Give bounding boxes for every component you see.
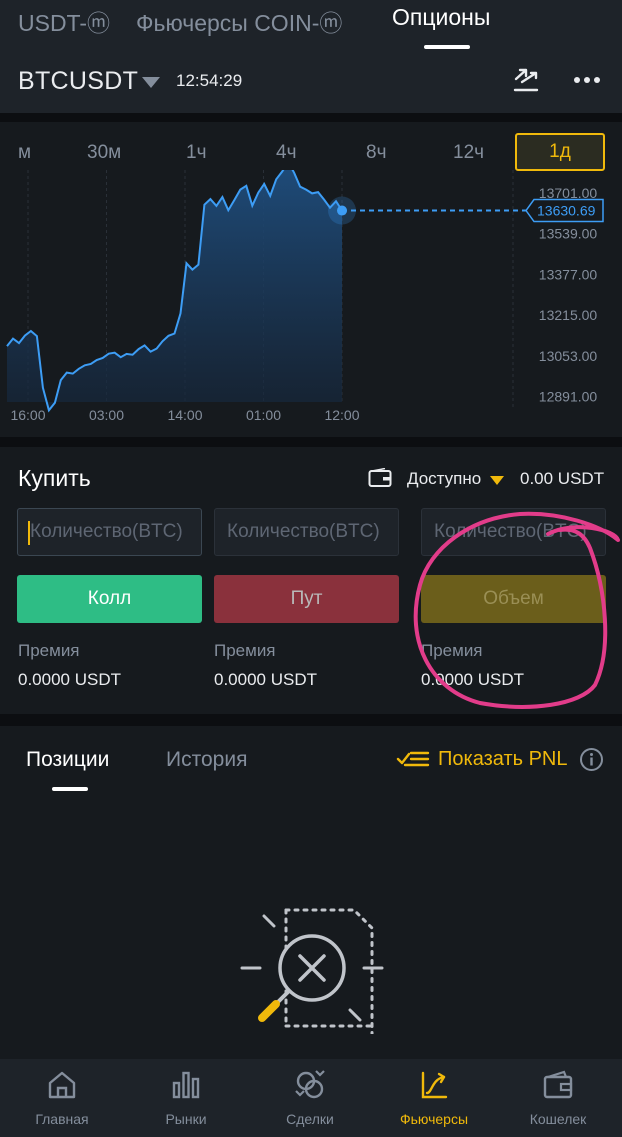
active-tab-indicator [424,45,470,49]
interval-1d-active[interactable]: 1д [515,133,605,171]
wallet-icon[interactable] [368,468,392,488]
nav-futures[interactable]: Фьючерсы [372,1059,496,1137]
futures-icon [421,1071,448,1099]
nav-home-label: Главная [35,1111,89,1127]
volume-button[interactable]: Объем [421,575,606,623]
nav-home[interactable]: Главная [0,1059,124,1137]
interval-1m[interactable]: м [18,142,31,164]
call-quantity-input[interactable]: Количество(BTC) [17,508,202,556]
show-pnl-toggle[interactable]: Показать PNL [438,748,567,771]
price-area-chart[interactable]: 13630.69 13701.00 13539.00 13377.00 13215.0… [0,170,622,437]
volume-premium-label: Премия [421,641,483,660]
interval-8h[interactable]: 8ч [366,142,386,164]
info-icon[interactable] [579,747,604,772]
nav-markets[interactable]: Рынки [124,1059,248,1137]
symbol-header: BTCUSDT 12:54:29 [0,56,622,113]
put-quantity-placeholder: Количество(BTC) [227,521,380,542]
tab-history[interactable]: История [166,748,247,772]
positions-panel: Позиции История Показать PNL [0,726,622,1061]
put-button[interactable]: Пут [214,575,399,623]
nav-trades[interactable]: Сделки [248,1059,372,1137]
y-tick-label: 13701.00 [539,185,598,201]
text-cursor [28,521,30,545]
buy-options-panel: Купить Доступно 0.00 USDT Количество(BTC… [0,447,622,714]
trades-icon [295,1070,325,1099]
home-icon [48,1071,76,1099]
symbol-dropdown-caret-icon[interactable] [142,77,160,88]
put-premium-value: 0.0000 USDT [214,670,317,689]
y-tick-label: 13377.00 [539,266,598,282]
tab-options[interactable]: Опционы [392,4,490,31]
current-price-tag: 13630.69 [525,198,604,223]
interval-12h[interactable]: 12ч [453,142,484,164]
symbol-selector[interactable]: BTCUSDT [18,67,138,96]
product-tabs: USDT-ⓜ Фьючерсы COIN-ⓜ Опционы [0,0,622,56]
nav-wallet[interactable]: Кошелек [496,1059,620,1137]
call-premium-value: 0.0000 USDT [18,670,121,689]
put-quantity-input[interactable]: Количество(BTC) [214,508,399,556]
checklist-icon[interactable] [396,748,430,770]
x-tick-label: 12:00 [324,407,359,423]
volume-quantity-input[interactable]: Количество(BTC) [421,508,606,556]
available-balance-value: 0.00 USDT [520,469,605,488]
current-price-label: 13630.69 [537,203,596,219]
wallet-icon [543,1070,573,1099]
tab-coin-m-futures[interactable]: Фьючерсы COIN-ⓜ [136,4,342,38]
interval-30m[interactable]: 30м [87,142,121,164]
x-tick-label: 16:00 [10,407,45,423]
x-tick-label: 01:00 [246,407,281,423]
y-tick-label: 13539.00 [539,226,598,242]
price-chart-panel: м 30м 1ч 4ч 8ч 12ч 1д 13630.69 13701.00 1… [0,122,622,437]
call-quantity-placeholder: Количество(BTC) [30,521,183,542]
volume-premium-value: 0.0000 USDT [421,670,524,689]
swap-arrows-icon[interactable] [510,64,542,96]
put-premium-label: Премия [214,641,276,660]
call-premium-label: Премия [18,641,80,660]
bar-chart-icon [172,1071,200,1099]
tab-positions[interactable]: Позиции [26,748,109,772]
bottom-navigation: Главная Рынки Сделки Фьючерсы Кошелек [0,1059,622,1137]
interval-4h[interactable]: 4ч [276,142,296,164]
available-balance-label[interactable]: Доступно [407,469,481,489]
interval-1h[interactable]: 1ч [186,142,206,164]
call-button[interactable]: Колл [17,575,202,623]
y-tick-label: 13053.00 [539,348,598,364]
y-tick-label: 12891.00 [539,389,598,405]
price-area-fill [7,170,342,411]
buy-title: Купить [18,465,91,491]
positions-tab-indicator [52,787,88,791]
no-results-icon [240,908,384,1034]
nav-trades-label: Сделки [286,1111,334,1127]
x-tick-label: 14:00 [167,407,202,423]
x-tick-label: 03:00 [89,407,124,423]
current-price-dot [337,205,347,216]
y-tick-label: 13215.00 [539,307,598,323]
nav-futures-label: Фьючерсы [399,1111,469,1127]
more-dots-icon[interactable] [570,64,604,96]
available-dropdown-caret-icon[interactable] [490,476,504,485]
expiry-countdown: 12:54:29 [176,71,243,90]
nav-markets-label: Рынки [165,1111,207,1127]
nav-wallet-label: Кошелек [529,1111,587,1127]
tab-usdt-m[interactable]: USDT-ⓜ [18,4,110,38]
volume-quantity-placeholder: Количество(BTC) [434,521,587,542]
